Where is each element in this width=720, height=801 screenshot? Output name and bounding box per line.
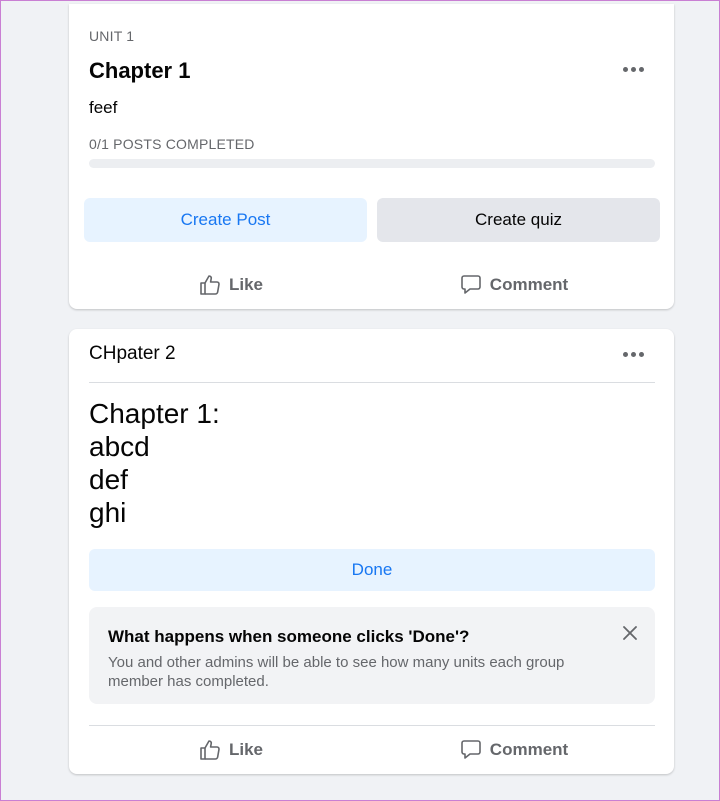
more-icon-dot <box>630 351 636 357</box>
comment-label: Comment <box>489 740 569 759</box>
comment-button[interactable]: Comment <box>372 730 655 770</box>
unit-label: UNIT 1 <box>89 28 135 44</box>
post-action-bar: Like Comment <box>89 730 655 770</box>
more-icon <box>622 66 628 72</box>
like-icon <box>200 275 220 295</box>
info-box: What happens when someone clicks 'Done'?… <box>89 607 655 704</box>
create-post-button[interactable]: Create Post <box>84 198 367 242</box>
comment-icon <box>460 275 481 294</box>
post-card: CHpater 2 Chapter 1: abcd def ghi Done W… <box>69 329 674 774</box>
unit-card: UNIT 1 Chapter 1 feef 0/1 POSTS COMPLETE… <box>69 4 674 309</box>
divider <box>89 382 655 383</box>
chapter-description: feef <box>89 98 118 117</box>
close-button[interactable] <box>618 621 642 645</box>
close-icon <box>623 626 637 640</box>
like-label: Like <box>228 740 264 759</box>
divider <box>89 725 655 726</box>
chapter-title: Chapter 1 <box>89 58 191 83</box>
more-icon-dot <box>638 351 644 357</box>
more-icon-dot <box>630 66 636 72</box>
info-text: You and other admins will be able to see… <box>108 654 565 690</box>
unit-more-button[interactable] <box>615 55 651 83</box>
more-icon-dot <box>638 66 644 72</box>
create-quiz-button[interactable]: Create quiz <box>377 198 660 242</box>
progress-text: 0/1 POSTS COMPLETED <box>89 136 255 152</box>
done-button[interactable]: Done <box>89 549 655 591</box>
comment-icon <box>460 740 481 759</box>
post-body-line: abcd <box>89 431 150 462</box>
progress-bar <box>89 159 655 168</box>
info-title: What happens when someone clicks 'Done'? <box>108 627 470 646</box>
post-more-button[interactable] <box>615 340 651 368</box>
post-body-line: ghi <box>89 497 127 528</box>
like-label: Like <box>228 275 264 294</box>
comment-button[interactable]: Comment <box>372 265 655 305</box>
like-button[interactable]: Like <box>89 730 372 770</box>
like-icon <box>200 740 220 760</box>
like-button[interactable]: Like <box>89 265 372 305</box>
comment-label: Comment <box>489 275 569 294</box>
post-body-line: def <box>89 464 128 495</box>
post-body-line: Chapter 1: <box>89 398 220 429</box>
more-icon <box>622 351 628 357</box>
post-author: CHpater 2 <box>89 343 176 364</box>
unit-action-bar: Like Comment <box>89 265 655 305</box>
post-body: Chapter 1: abcd def ghi <box>89 397 220 529</box>
